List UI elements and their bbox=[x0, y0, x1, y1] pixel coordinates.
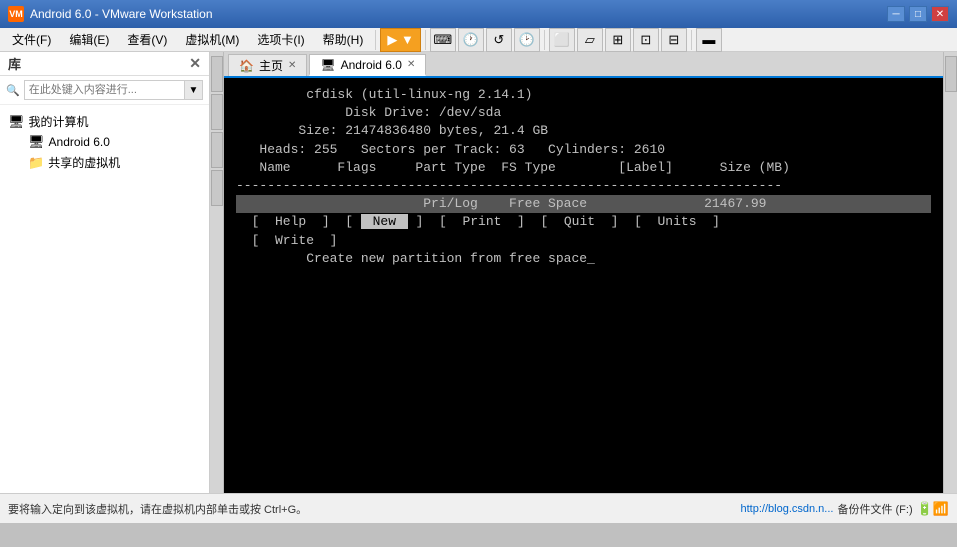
terminal-line: Disk Drive: /dev/sda bbox=[236, 104, 931, 122]
sidebar: 库 ✕ 🔍 ▼ 🖥 我的计算机 🖥 Android 6.0 📁 共享的虚拟机 bbox=[0, 52, 210, 493]
app-icon: VM bbox=[8, 6, 24, 22]
toolbar-send-ctrl-alt-del[interactable]: ⌨ bbox=[430, 28, 456, 52]
terminal-line: Name Flags Part Type FS Type [Label] Siz… bbox=[236, 159, 931, 177]
search-icon: 🔍 bbox=[6, 84, 20, 97]
sidebar-title: 库 bbox=[8, 54, 21, 73]
menu-tabs[interactable]: 选项卡(I) bbox=[249, 29, 312, 50]
window-controls: ─ □ ✕ bbox=[887, 6, 949, 22]
search-input[interactable] bbox=[24, 80, 185, 100]
maximize-button[interactable]: □ bbox=[909, 6, 927, 22]
bottom-bar: 要将输入定向到该虚拟机，请在虚拟机内部单击或按 Ctrl+G。 http://b… bbox=[0, 493, 957, 523]
menu-bar: 文件(F) 编辑(E) 查看(V) 虚拟机(M) 选项卡(I) 帮助(H) ▶ … bbox=[0, 28, 957, 52]
terminal-line: Size: 21474836480 bytes, 21.4 GB bbox=[236, 122, 931, 140]
tab-android60[interactable]: 🖥 Android 6.0 ✕ bbox=[309, 54, 426, 76]
terminal-line: Heads: 255 Sectors per Track: 63 Cylinde… bbox=[236, 141, 931, 159]
tab-home-close[interactable]: ✕ bbox=[288, 60, 296, 71]
sidebar-close-button[interactable]: ✕ bbox=[189, 55, 201, 72]
toolbar-unity[interactable]: ▱ bbox=[577, 28, 603, 52]
toolbar-sep3 bbox=[691, 30, 692, 50]
terminal-line: [ Help ] [ New ] [ Print ] [ Quit ] [ Un… bbox=[236, 213, 931, 231]
sidebar-header: 库 ✕ bbox=[0, 52, 209, 76]
tab-android60-icon: 🖥 bbox=[320, 58, 335, 72]
terminal-line: Create new partition from free space_ bbox=[236, 250, 931, 268]
sidebar-tree: 🖥 我的计算机 🖥 Android 6.0 📁 共享的虚拟机 bbox=[0, 105, 209, 179]
side-tabs bbox=[210, 52, 224, 493]
menu-help[interactable]: 帮助(H) bbox=[315, 29, 372, 50]
tab-android60-label: Android 6.0 bbox=[341, 58, 402, 72]
side-tab-1[interactable] bbox=[211, 56, 223, 92]
terminal-line: [ Write ] bbox=[236, 232, 931, 250]
menu-edit[interactable]: 编辑(E) bbox=[61, 29, 117, 50]
tab-android60-close[interactable]: ✕ bbox=[407, 59, 415, 70]
content-area: 🏠 主页 ✕ 🖥 Android 6.0 ✕ cfdisk (util-linu… bbox=[224, 52, 943, 493]
csdn-link: http://blog.csdn.n... bbox=[741, 503, 834, 515]
main-layout: 库 ✕ 🔍 ▼ 🖥 我的计算机 🖥 Android 6.0 📁 共享的虚拟机 bbox=[0, 52, 957, 493]
sidebar-item-shared-vm[interactable]: 📁 共享的虚拟机 bbox=[24, 152, 205, 173]
menu-separator bbox=[375, 30, 376, 50]
sidebar-item-android60[interactable]: 🖥 Android 6.0 bbox=[24, 132, 205, 152]
sidebar-my-computer-label: 我的计算机 bbox=[29, 113, 89, 130]
toolbar-revert[interactable]: ↺ bbox=[486, 28, 512, 52]
sidebar-android60-label: Android 6.0 bbox=[49, 135, 110, 149]
toolbar-sep1 bbox=[425, 30, 426, 50]
shared-icon: 📁 bbox=[28, 155, 44, 171]
window-title: Android 6.0 - VMware Workstation bbox=[30, 7, 887, 21]
menu-view[interactable]: 查看(V) bbox=[119, 29, 175, 50]
status-message: 要将输入定向到该虚拟机，请在虚拟机内部单击或按 Ctrl+G。 bbox=[8, 501, 307, 517]
toolbar-console[interactable]: ▬ bbox=[696, 28, 722, 52]
new-button-highlight[interactable]: New bbox=[361, 214, 408, 229]
right-side-tab-1[interactable] bbox=[945, 56, 957, 92]
tab-home-label: 主页 bbox=[259, 57, 283, 74]
toolbar-snapshot[interactable]: 🕐 bbox=[458, 28, 484, 52]
toolbar-view[interactable]: ⊞ bbox=[605, 28, 631, 52]
tab-home[interactable]: 🏠 主页 ✕ bbox=[228, 54, 307, 76]
tab-home-icon: 🏠 bbox=[239, 59, 254, 73]
toolbar-snapshot2[interactable]: 🕑 bbox=[514, 28, 540, 52]
title-bar: VM Android 6.0 - VMware Workstation ─ □ … bbox=[0, 0, 957, 28]
terminal-line: Pri/Log Free Space 21467.99 bbox=[236, 195, 931, 213]
side-tab-2[interactable] bbox=[211, 94, 223, 130]
backup-drive-label: 备份件文件 (F:) bbox=[837, 501, 912, 517]
right-side-tabs bbox=[943, 52, 957, 493]
tab-bar: 🏠 主页 ✕ 🖥 Android 6.0 ✕ bbox=[224, 52, 943, 78]
terminal-line: ----------------------------------------… bbox=[236, 177, 931, 195]
system-tray-icons: 🔋📶 bbox=[917, 501, 949, 517]
toolbar-view2[interactable]: ⊡ bbox=[633, 28, 659, 52]
terminal-line: cfdisk (util-linux-ng 2.14.1) bbox=[236, 86, 931, 104]
toolbar-play[interactable]: ▶ ▼ bbox=[380, 28, 420, 52]
sidebar-item-my-computer[interactable]: 🖥 我的计算机 bbox=[4, 111, 205, 132]
bottom-right: http://blog.csdn.n... 备份件文件 (F:) 🔋📶 bbox=[741, 501, 950, 517]
side-tab-4[interactable] bbox=[211, 170, 223, 206]
toolbar-view3[interactable]: ⊟ bbox=[661, 28, 687, 52]
toolbar-sep2 bbox=[544, 30, 545, 50]
sidebar-shared-vm-label: 共享的虚拟机 bbox=[48, 154, 120, 171]
sidebar-search-bar: 🔍 ▼ bbox=[0, 76, 209, 105]
side-tab-3[interactable] bbox=[211, 132, 223, 168]
menu-file[interactable]: 文件(F) bbox=[4, 29, 59, 50]
minimize-button[interactable]: ─ bbox=[887, 6, 905, 22]
close-button[interactable]: ✕ bbox=[931, 6, 949, 22]
vm-icon: 🖥 bbox=[28, 134, 45, 150]
menu-vm[interactable]: 虚拟机(M) bbox=[177, 29, 247, 50]
toolbar-fullscreen[interactable]: ⬜ bbox=[549, 28, 575, 52]
computer-icon: 🖥 bbox=[8, 114, 25, 130]
terminal-screen[interactable]: cfdisk (util-linux-ng 2.14.1) Disk Drive… bbox=[224, 78, 943, 493]
search-dropdown-button[interactable]: ▼ bbox=[185, 80, 203, 100]
